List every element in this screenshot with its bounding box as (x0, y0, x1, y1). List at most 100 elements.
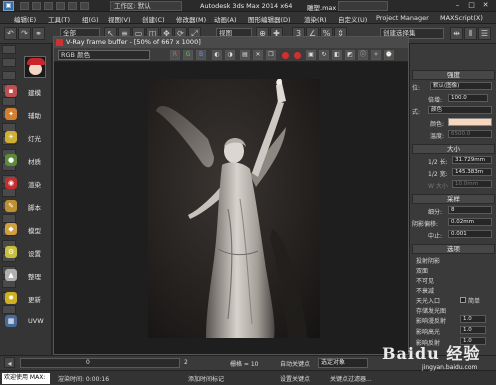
duplicate-icon[interactable]: ❐ (266, 50, 276, 60)
half-length-input[interactable]: 31.729mm (452, 156, 492, 164)
history-icon[interactable]: ⌚ (384, 50, 394, 60)
strip-tool-icon[interactable] (2, 305, 16, 314)
menu-edit[interactable]: 编辑(E) (14, 14, 36, 24)
intensity-rollout-header[interactable]: 强度 (412, 70, 495, 80)
cast-shadows-checkbox[interactable]: 投射阴影 (416, 256, 440, 265)
store-irradiance-checkbox[interactable]: 存储发光图 (416, 306, 446, 315)
maximize-icon[interactable]: □ (466, 1, 477, 11)
clear-image-icon[interactable]: ✕ (253, 50, 263, 60)
app-logo-icon[interactable]: ▣ (3, 1, 14, 11)
maxscript-listener-input[interactable]: 欢迎使用 MAX: (2, 373, 50, 384)
add-time-tag-button[interactable]: 添加时间标记 (188, 374, 224, 383)
units-dropdown[interactable]: 默认(图像) (430, 82, 492, 90)
key-mode-dropdown[interactable]: 选定对象 (318, 358, 368, 368)
vfb-title-bar[interactable]: V-Ray frame buffer - [50% of 667 x 1000] (54, 37, 408, 48)
menu-rendering[interactable]: 渲染(R) (304, 14, 327, 24)
new-file-icon[interactable] (20, 2, 29, 10)
undo-icon[interactable] (56, 2, 65, 10)
invisible-checkbox[interactable]: 不可见 (416, 276, 434, 285)
workspace-dropdown[interactable]: 工作区: 默认 (110, 1, 182, 11)
strip-tool-icon[interactable] (2, 45, 16, 54)
display-correction-icon[interactable]: ◧ (332, 50, 342, 60)
menu-modifiers[interactable]: 修改器(M) (176, 14, 206, 24)
auto-key-button[interactable]: 自动关键点 (280, 359, 310, 368)
skylight-portal-checkbox[interactable]: 天光入口 (416, 296, 440, 305)
lens-effects-icon[interactable]: ✧ (371, 50, 381, 60)
sidebar-item-render[interactable]: ◉ 渲染 (2, 176, 50, 190)
vray-frame-buffer-window[interactable]: V-Ray frame buffer - [50% of 667 x 1000]… (53, 36, 409, 355)
region-render-icon[interactable]: ▣ (306, 50, 316, 60)
undo-toolbar-icon[interactable]: ↶ (4, 27, 17, 40)
red-channel-button[interactable]: R (170, 50, 180, 60)
minimize-icon[interactable]: – (452, 1, 463, 11)
options-rollout-header[interactable]: 选项 (412, 244, 495, 254)
double-sided-checkbox[interactable]: 双面 (416, 266, 428, 275)
redo-icon[interactable] (68, 2, 77, 10)
no-decay-checkbox[interactable]: 不衰减 (416, 286, 434, 295)
monochrome-icon[interactable]: ◑ (225, 50, 235, 60)
menu-graph-editors[interactable]: 图形编辑器(D) (248, 14, 291, 24)
menu-group[interactable]: 组(G) (82, 14, 99, 24)
light-color-swatch[interactable] (448, 118, 492, 126)
strip-tool-icon[interactable] (2, 97, 16, 106)
menu-animation[interactable]: 动画(A) (214, 14, 237, 24)
alpha-icon[interactable]: ◐ (212, 50, 222, 60)
mirror-icon[interactable]: ⇹ (450, 27, 463, 40)
sidebar-item-update[interactable]: ✹ 更新 (2, 291, 50, 305)
open-file-icon[interactable] (32, 2, 41, 10)
plugin-avatar-icon[interactable] (24, 56, 46, 78)
temperature-input[interactable]: 6500.0 (448, 130, 492, 138)
sidebar-item-modeling[interactable]: ▪ 建模 (2, 84, 50, 98)
help-search-input[interactable] (338, 1, 388, 11)
green-channel-button[interactable]: G (183, 50, 193, 60)
color-mode-dropdown[interactable]: 颜色 (428, 106, 492, 114)
sidebar-item-settings[interactable]: ⚙ 设置 (2, 245, 50, 259)
size-rollout-header[interactable]: 大小 (412, 144, 495, 154)
sidebar-item-lights[interactable]: ☀ 灯光 (2, 130, 50, 144)
render-last-icon[interactable]: ↻ (319, 50, 329, 60)
sidebar-item-scripts[interactable]: ✎ 脚本 (2, 199, 50, 213)
affect-specular-checkbox[interactable]: 影响高光 (416, 327, 440, 336)
stop-render-icon[interactable] (294, 52, 301, 59)
track-mouse-icon[interactable] (282, 52, 289, 59)
multiplier-input[interactable]: 100.0 (448, 94, 488, 102)
half-width-input[interactable]: 145.383m (452, 168, 492, 176)
time-slider[interactable] (20, 358, 180, 368)
menu-customize[interactable]: 自定义(U) (338, 14, 367, 24)
sidebar-item-helpers[interactable]: ✦ 辅助 (2, 107, 50, 121)
menu-tools[interactable]: 工具(T) (48, 14, 70, 24)
sidebar-item-organize[interactable]: ▲ 整理 (2, 268, 50, 282)
affect-specular-input[interactable]: 1.0 (460, 326, 486, 334)
set-key-button[interactable]: 设置关键点 (280, 374, 310, 383)
sidebar-item-models[interactable]: ◆ 模型 (2, 222, 50, 236)
affect-diffuse-input[interactable]: 1.0 (460, 315, 486, 323)
layer-manager-icon[interactable]: ☰ (478, 27, 491, 40)
strip-tool-icon[interactable] (2, 71, 16, 80)
channel-dropdown[interactable]: RGB 颜色 (58, 50, 150, 60)
save-file-icon[interactable] (44, 2, 53, 10)
simple-checkbox-box[interactable] (460, 297, 466, 303)
strip-tool-icon[interactable] (2, 58, 16, 67)
sidebar-item-uvw[interactable]: ▦ UVW (2, 314, 50, 328)
sidebar-item-materials[interactable]: ● 材质 (2, 153, 50, 167)
w-size-input[interactable]: 10.0mm (452, 180, 492, 188)
menu-project-manager[interactable]: Project Manager (376, 14, 429, 22)
blue-channel-button[interactable]: B (196, 50, 206, 60)
project-folder-icon[interactable] (80, 2, 89, 10)
save-image-icon[interactable]: ▤ (240, 50, 250, 60)
align-icon[interactable]: ⫴ (464, 27, 477, 40)
menu-maxscript[interactable]: MAXScript(X) (440, 14, 483, 22)
sampling-rollout-header[interactable]: 采样 (412, 194, 495, 204)
affect-diffuse-checkbox[interactable]: 影响漫反射 (416, 316, 446, 325)
shadow-bias-input[interactable]: 0.02mm (448, 218, 492, 226)
menu-views[interactable]: 视图(V) (108, 14, 131, 24)
link-icon[interactable]: ⚭ (32, 27, 45, 40)
color-clamp-icon[interactable]: ◩ (345, 50, 355, 60)
close-icon[interactable]: ✕ (480, 1, 491, 11)
subdivs-input[interactable]: 8 (448, 206, 492, 214)
menu-create[interactable]: 创建(C) (142, 14, 165, 24)
key-filters-button[interactable]: 关键点过滤器... (330, 374, 372, 383)
timeline-toggle-icon[interactable]: ◂ (4, 357, 15, 368)
cutoff-input[interactable]: 0.001 (448, 230, 492, 238)
pixel-info-icon[interactable]: ⓘ (358, 50, 368, 60)
